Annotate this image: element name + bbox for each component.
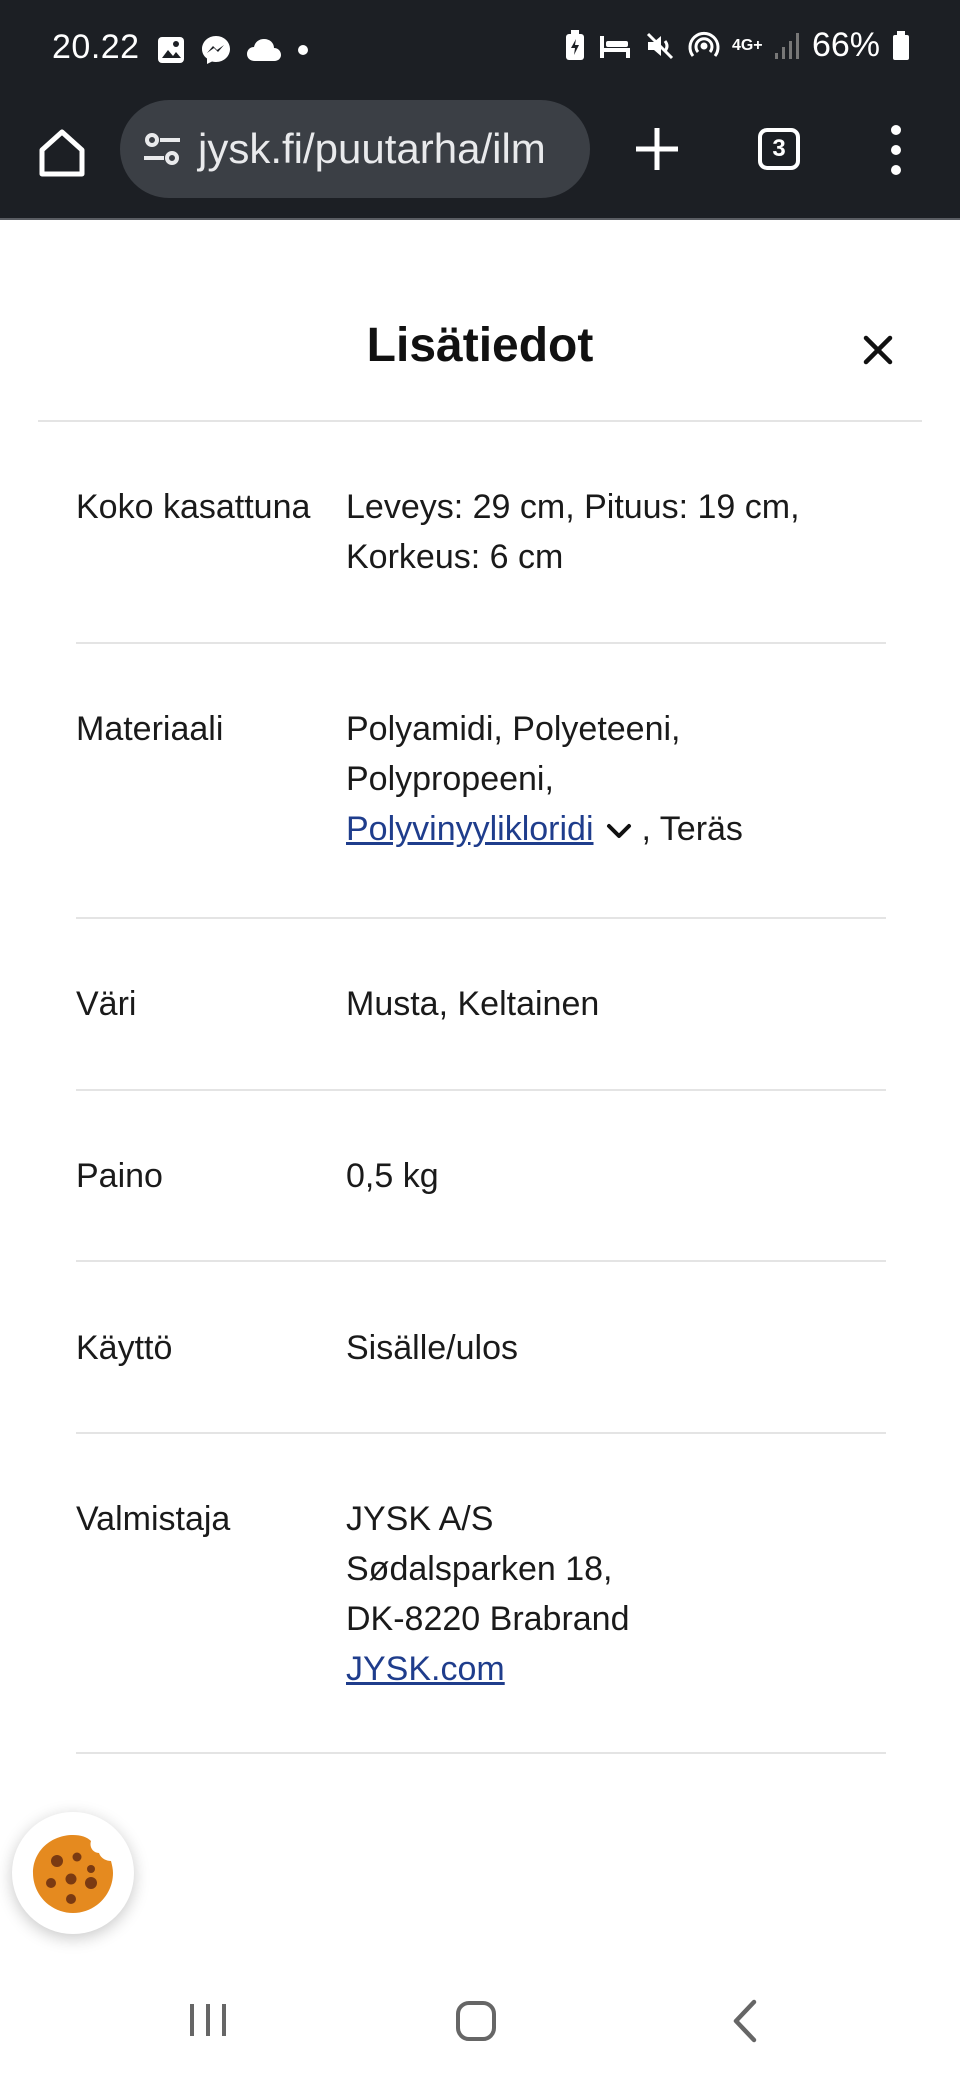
spec-value: 0,5 kg — [346, 1151, 886, 1201]
manufacturer-link[interactable]: JYSK.com — [346, 1650, 505, 1688]
spec-value-line: Korkeus: 6 cm — [346, 538, 564, 576]
spec-value-line: Leveys: 29 cm, Pituus: 19 cm, — [346, 488, 800, 526]
spec-value-line: DK-8220 Brabrand — [346, 1600, 630, 1638]
gallery-icon — [158, 37, 184, 63]
spec-label: Valmistaja — [76, 1500, 231, 1538]
spec-label: Käyttö — [76, 1329, 173, 1367]
spec-value-line: 0,5 kg — [346, 1157, 439, 1195]
tune-icon[interactable] — [140, 127, 184, 171]
chrome-divider — [0, 218, 960, 220]
recents-icon[interactable] — [186, 2000, 230, 2040]
status-bar: 20.22 4G+ 66% — [0, 0, 960, 100]
spec-value-line: Polyamidi, Polyeteeni, — [346, 710, 681, 748]
row-divider — [76, 1260, 886, 1262]
status-time: 20.22 — [52, 28, 140, 66]
messenger-icon — [202, 36, 230, 64]
tab-switcher-button[interactable]: 3 — [758, 128, 800, 170]
spec-value: Polyamidi, Polyeteeni, Polypropeeni, Pol… — [346, 704, 886, 854]
notification-icons — [156, 34, 310, 66]
spec-label: Väri — [76, 985, 137, 1023]
row-divider — [76, 1432, 886, 1434]
spec-label: Koko kasattuna — [76, 488, 311, 526]
spec-value-line: Musta, Keltainen — [346, 985, 600, 1023]
spec-value-line: Polypropeeni, — [346, 760, 554, 798]
cookie-settings-button[interactable] — [12, 1812, 134, 1934]
spec-row-material: Materiaali Polyamidi, Polyeteeni, Polypr… — [76, 704, 886, 864]
spec-value-line: JYSK A/S — [346, 1500, 494, 1538]
home-icon[interactable] — [34, 124, 90, 180]
spec-row-usage: Käyttö Sisälle/ulos — [76, 1323, 886, 1373]
cookie-icon — [33, 1835, 113, 1913]
spec-value-suffix: , Teräs — [641, 810, 743, 848]
battery-percent: 66% — [811, 26, 880, 64]
spec-label: Paino — [76, 1157, 163, 1195]
system-nav-bar — [0, 1960, 960, 2080]
network-type-label: 4G+ — [731, 36, 763, 54]
cloud-icon — [247, 39, 281, 61]
mute-icon — [646, 32, 673, 59]
more-vert-icon[interactable] — [886, 124, 906, 176]
material-link-pvc[interactable]: Polyvinyylikloridi — [346, 810, 594, 848]
chevron-down-icon[interactable] — [604, 820, 634, 842]
plus-icon[interactable] — [632, 124, 682, 174]
signal-icon — [774, 32, 799, 59]
spec-value-line: JYSK.com — [346, 1644, 886, 1694]
title-divider — [38, 420, 922, 422]
battery-saver-icon — [565, 29, 584, 60]
spec-label: Materiaali — [76, 710, 224, 748]
browser-chrome: 20.22 4G+ 66% jysk.fi/puutarha/ilm 3 — [0, 0, 960, 220]
back-icon[interactable] — [730, 1998, 760, 2044]
close-icon[interactable] — [858, 330, 898, 370]
spec-row-color: Väri Musta, Keltainen — [76, 979, 886, 1029]
browser-toolbar: jysk.fi/puutarha/ilm 3 — [0, 100, 960, 218]
spec-row-manufacturer: Valmistaja JYSK A/S Sødalsparken 18, DK-… — [76, 1494, 886, 1694]
spec-value: Musta, Keltainen — [346, 979, 886, 1029]
panel-title: Lisätiedot — [366, 319, 594, 372]
spec-value: JYSK A/S Sødalsparken 18, DK-8220 Brabra… — [346, 1494, 886, 1694]
url-bar[interactable]: jysk.fi/puutarha/ilm — [120, 100, 590, 198]
row-divider — [76, 1089, 886, 1091]
spec-row-weight: Paino 0,5 kg — [76, 1151, 886, 1201]
url-text[interactable]: jysk.fi/puutarha/ilm — [198, 125, 546, 173]
system-status: 4G+ 66% — [564, 26, 910, 65]
nav-home-icon[interactable] — [455, 2000, 497, 2042]
spec-value-line: Sødalsparken 18, — [346, 1550, 613, 1588]
spec-row-size: Koko kasattuna Leveys: 29 cm, Pituus: 19… — [76, 482, 886, 592]
row-divider — [76, 1752, 886, 1754]
spec-value: Sisälle/ulos — [346, 1323, 886, 1373]
battery-icon — [893, 30, 909, 60]
spec-value-line: Sisälle/ulos — [346, 1329, 518, 1367]
hotspot-icon — [688, 31, 720, 57]
bed-icon — [599, 35, 630, 58]
spec-value-line: Polyvinyylikloridi , Teräs — [346, 804, 886, 854]
spec-value: Leveys: 29 cm, Pituus: 19 cm, Korkeus: 6… — [346, 482, 886, 582]
row-divider — [76, 642, 886, 644]
row-divider — [76, 917, 886, 919]
dot-icon — [298, 45, 308, 55]
